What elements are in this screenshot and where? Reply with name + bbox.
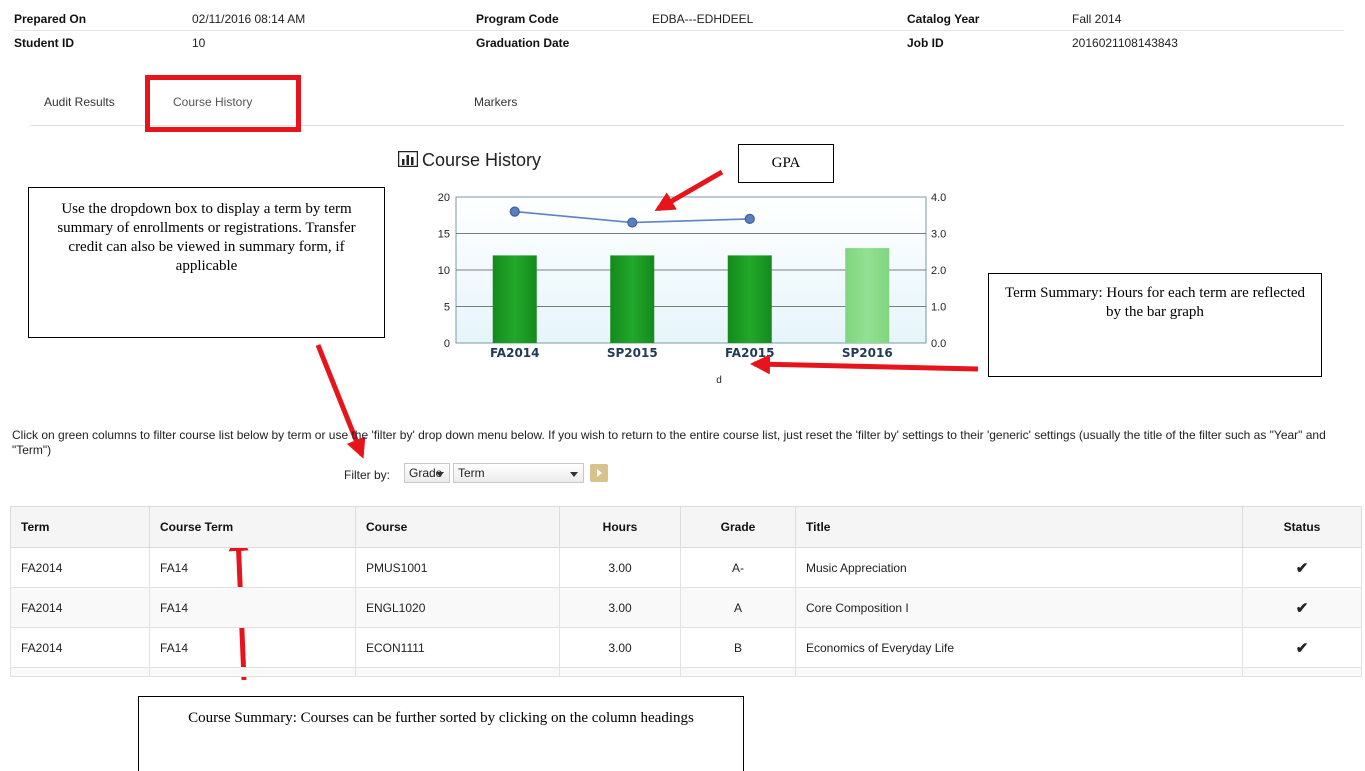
- y2-tick-label: 4.0: [931, 192, 946, 204]
- table-header-row: Term Course Term Course Hours Grade Titl…: [10, 506, 1362, 548]
- y-tick-label: 15: [438, 229, 450, 241]
- tab-markers[interactable]: Markers: [474, 95, 517, 109]
- cell-course: ENGL1020: [355, 587, 560, 628]
- chevron-down-icon: [570, 472, 578, 477]
- check-icon: ✔: [1242, 627, 1362, 668]
- course-summary-callout: Course Summary: Courses can be further s…: [138, 696, 744, 771]
- column-header-status[interactable]: Status: [1242, 506, 1362, 548]
- y2-tick-label: 0.0: [931, 338, 946, 350]
- table-row: FA2014 FA14 PMUS1001 3.00 A- Music Appre…: [10, 547, 1362, 588]
- cell-course-term: FA14: [149, 587, 356, 628]
- x-tick-label: FA2014: [490, 346, 540, 360]
- y2-tick-label: 1.0: [931, 302, 946, 314]
- program-code-label: Program Code: [476, 12, 559, 26]
- cell-hours: 3.00: [559, 587, 681, 628]
- cell-course-term: FA14: [149, 547, 356, 588]
- table-row: FA2014 FA14 ENGL1020 3.00 A Core Composi…: [10, 587, 1362, 628]
- gpa-point: [627, 217, 638, 228]
- x-tick-label: FA2015: [725, 346, 775, 360]
- chart-title-text: Course History: [422, 150, 542, 170]
- cell-title: Music Appreciation: [795, 547, 1243, 588]
- y2-tick-label: 3.0: [931, 229, 946, 241]
- y-tick-label: 0: [444, 338, 450, 350]
- column-header-course-term[interactable]: Course Term: [149, 506, 356, 548]
- x-tick-label: SP2015: [607, 346, 658, 360]
- cell-partial: [795, 667, 1243, 677]
- tab-audit-results[interactable]: Audit Results: [44, 95, 115, 109]
- cell-term: FA2014: [10, 547, 150, 588]
- job-id-value: 2016021108143843: [1072, 36, 1178, 50]
- prepared-on-label: Prepared On: [14, 12, 87, 26]
- cell-term: FA2014: [10, 587, 150, 628]
- cell-hours: 3.00: [559, 627, 681, 668]
- cell-partial: [10, 667, 150, 677]
- y2-tick-label: 2.0: [931, 265, 946, 277]
- bar-sp2015: [610, 255, 655, 343]
- program-code-value: EDBA---EDHDEEL: [652, 12, 754, 26]
- y-tick-label: 20: [438, 192, 450, 204]
- cell-partial: [680, 667, 796, 677]
- filter-instructions: Click on green columns to filter course …: [12, 428, 1326, 457]
- cell-title: Core Composition I: [795, 587, 1243, 628]
- cell-grade: A: [680, 587, 796, 628]
- check-icon: ✔: [1242, 547, 1362, 588]
- prepared-on-value: 02/11/2016 08:14 AM: [192, 12, 306, 26]
- column-header-grade[interactable]: Grade: [680, 506, 796, 548]
- catalog-year-label: Catalog Year: [907, 12, 980, 26]
- course-history-highlight: [145, 75, 301, 132]
- table-row: FA2014 FA14 ECON1111 3.00 B Economics of…: [10, 627, 1362, 668]
- column-header-term[interactable]: Term: [10, 506, 150, 548]
- column-header-hours[interactable]: Hours: [559, 506, 681, 548]
- x-tick-label: SP2016: [842, 346, 893, 360]
- gpa-point: [744, 213, 755, 225]
- cell-course-term: FA14: [149, 627, 356, 668]
- grade-filter-select[interactable]: Grade: [404, 463, 450, 483]
- cell-term: FA2014: [10, 627, 150, 668]
- bar-fa2015: [727, 255, 772, 343]
- cell-partial: [1242, 667, 1362, 677]
- dropdown-callout: Use the dropdown box to display a term b…: [28, 187, 385, 338]
- gpa-point: [509, 206, 520, 217]
- chevron-down-icon: [436, 472, 444, 477]
- column-header-course[interactable]: Course: [355, 506, 560, 548]
- gpa-callout: GPA: [738, 144, 834, 183]
- info-row-2: Student ID 10 Graduation Date Job ID 201…: [14, 32, 1344, 54]
- course-history-table: Term Course Term Course Hours Grade Titl…: [10, 506, 1362, 677]
- apply-filter-button[interactable]: [590, 464, 608, 482]
- cell-hours: 3.00: [559, 547, 681, 588]
- term-summary-callout: Term Summary: Hours for each term are re…: [988, 273, 1322, 377]
- cell-partial: [149, 667, 356, 677]
- bar-sp2016: [845, 248, 890, 343]
- table-row-partial: [10, 667, 1362, 677]
- cell-course: ECON1111: [355, 627, 560, 668]
- cell-grade: A-: [680, 547, 796, 588]
- bar-chart-icon: [397, 150, 419, 168]
- student-id-label: Student ID: [14, 36, 74, 50]
- cell-course: PMUS1001: [355, 547, 560, 588]
- info-row-1: Prepared On 02/11/2016 08:14 AM Program …: [14, 8, 1344, 31]
- y-tick-label: 5: [444, 302, 450, 314]
- filter-by-label: Filter by:: [344, 468, 391, 482]
- x-axis-label: d: [716, 375, 722, 385]
- term-filter-value: Term: [458, 466, 485, 480]
- bar-fa2014: [492, 255, 537, 343]
- term-filter-select[interactable]: Term: [453, 463, 584, 483]
- cell-partial: [559, 667, 681, 677]
- cell-title: Economics of Everyday Life: [795, 627, 1243, 668]
- check-icon: ✔: [1242, 587, 1362, 628]
- chart-title: Course History: [397, 150, 542, 171]
- cell-partial: [355, 667, 560, 677]
- catalog-year-value: Fall 2014: [1072, 12, 1122, 26]
- cell-grade: B: [680, 627, 796, 668]
- y-tick-label: 10: [438, 265, 450, 277]
- graduation-date-label: Graduation Date: [476, 36, 570, 50]
- course-history-chart: 20 15 10 5 0 4.0 3.0 2.0 1.0 0.0 FA2014 SP2015 FA201…: [438, 192, 947, 385]
- student-id-value: 10: [192, 36, 206, 50]
- column-header-title[interactable]: Title: [795, 506, 1243, 548]
- job-id-label: Job ID: [907, 36, 944, 50]
